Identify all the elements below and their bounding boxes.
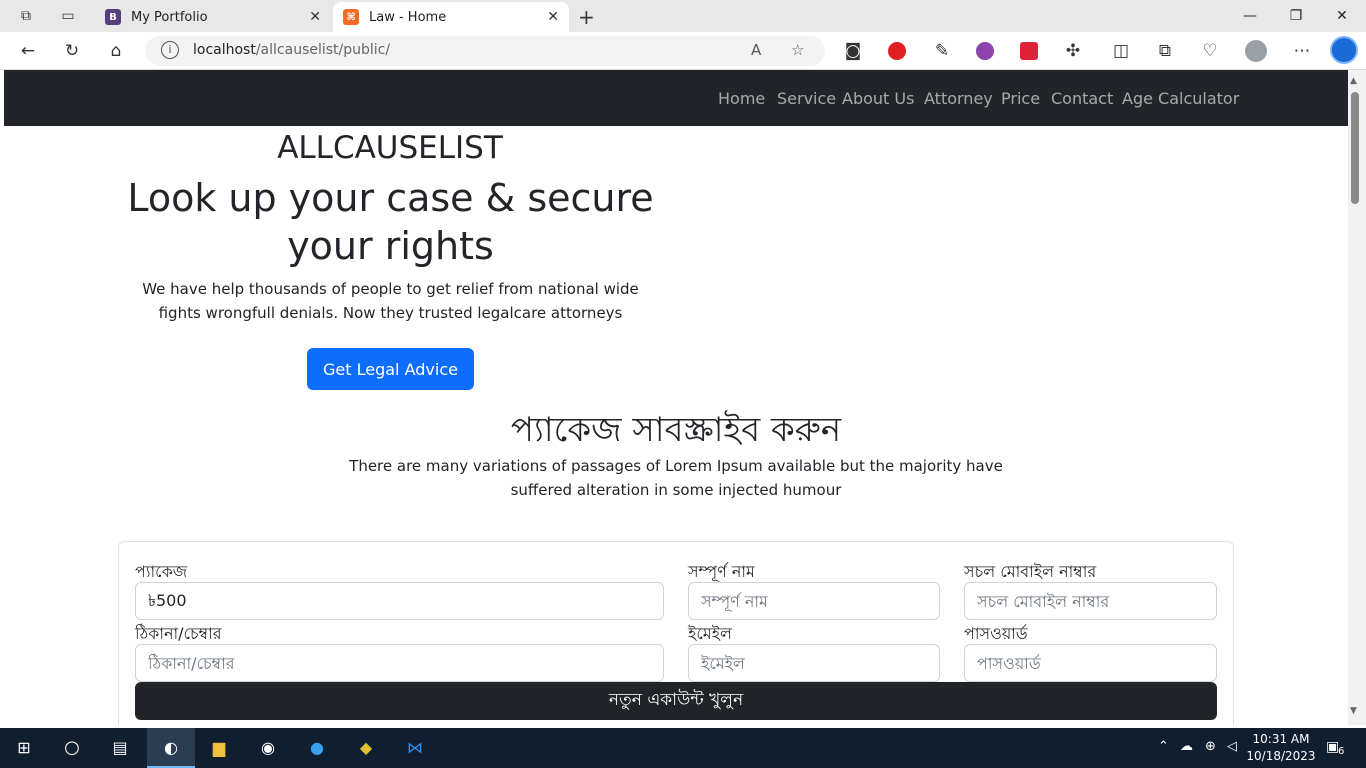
bootstrap-favicon-icon: B [105, 9, 121, 25]
nav-attorney[interactable]: Attorney [924, 89, 993, 108]
nav-price[interactable]: Price [1001, 89, 1040, 108]
scrollbar-thumb[interactable] [1351, 92, 1359, 204]
camera-app-icon[interactable]: ◉ [256, 736, 280, 760]
back-icon[interactable]: ← [16, 40, 40, 62]
nav-age-calculator[interactable]: Age Calculator [1122, 89, 1239, 108]
minimize-icon[interactable]: — [1227, 4, 1273, 28]
nav-contact[interactable]: Contact [1051, 89, 1113, 108]
close-icon[interactable]: ✕ [309, 9, 321, 25]
volume-icon[interactable]: ◁ [1227, 739, 1237, 754]
password-field[interactable] [964, 644, 1217, 682]
tab-label: My Portfolio [131, 9, 208, 25]
pocket-icon[interactable] [1020, 42, 1038, 60]
tab-law-home[interactable]: ⌘ Law - Home ✕ [333, 2, 569, 32]
color-picker-icon[interactable]: ✎ [930, 40, 954, 62]
onedrive-icon[interactable]: ☁ [1180, 739, 1193, 754]
address-field[interactable] [135, 644, 664, 682]
more-menu-icon[interactable]: ⋯ [1290, 40, 1314, 62]
browser-toolbar: ← ↻ ⌂ i localhost/allcauselist/public/ A… [0, 32, 1366, 70]
site-navbar: Home Service About Us Attorney Price Con… [4, 70, 1348, 126]
language-globe-icon[interactable]: ⊕ [1205, 739, 1216, 754]
refresh-icon[interactable]: ↻ [60, 40, 84, 62]
full-name-field[interactable] [688, 582, 940, 620]
close-icon[interactable]: ✕ [547, 9, 559, 25]
hero-text: We have help thousands of people to get … [142, 280, 639, 322]
info-icon[interactable]: i [161, 41, 179, 59]
new-tab-icon[interactable]: + [578, 5, 595, 29]
workspaces-icon[interactable]: ⧉ [16, 6, 36, 26]
nav-about-us[interactable]: About Us [842, 89, 914, 108]
home-icon[interactable]: ⌂ [104, 40, 128, 62]
read-aloud-icon[interactable]: A [751, 41, 761, 59]
open-account-button[interactable]: নতুন একাউন্ট খুলুন [135, 682, 1217, 720]
package-section-text: There are many variations of passages of… [349, 457, 1003, 499]
app-blue-icon[interactable]: ● [305, 736, 329, 760]
email-field[interactable] [688, 644, 940, 682]
xampp-favicon-icon: ⌘ [343, 9, 359, 25]
bing-copilot-icon[interactable] [1330, 36, 1358, 64]
restore-icon[interactable]: ❐ [1273, 4, 1319, 28]
nav-service[interactable]: Service [777, 89, 836, 108]
tray-chevron-icon[interactable]: ⌃ [1158, 739, 1169, 754]
vscode-icon[interactable]: ⋈ [403, 736, 427, 760]
tab-my-portfolio[interactable]: B My Portfolio ✕ [95, 2, 331, 32]
browser-tab-strip: ⧉ ▭ B My Portfolio ✕ ⌘ Law - Home ✕ + — … [0, 0, 1366, 32]
url-text[interactable]: localhost/allcauselist/public/ [193, 42, 390, 58]
taskbar-clock[interactable]: 10:31 AM 10/18/2023 [1246, 731, 1316, 765]
opera-extension-icon[interactable] [888, 42, 906, 60]
camera-icon[interactable]: ◙ [841, 40, 865, 62]
git-kraken-icon[interactable]: ◆ [354, 736, 378, 760]
scroll-up-icon[interactable]: ▲ [1350, 76, 1357, 86]
scroll-down-icon[interactable]: ▼ [1350, 706, 1357, 716]
windows-taskbar: ⊞ ○ ▤ ◐ ▆ ◉ ● ◆ ⋈ ⌃ ☁ ⊕ ◁ 10:31 AM 10/18… [0, 728, 1366, 768]
windows-start-icon[interactable]: ⊞ [12, 736, 36, 760]
tab-actions-icon[interactable]: ▭ [58, 6, 78, 26]
package-field[interactable] [135, 582, 664, 620]
package-section-title: প্যাকেজ সাবস্ক্রাইব করুন [510, 410, 842, 450]
address-bar[interactable]: i localhost/allcauselist/public/ A ☆ [145, 36, 825, 66]
favorite-star-icon[interactable]: ☆ [791, 41, 804, 59]
performance-heart-icon[interactable]: ♡ [1198, 40, 1222, 62]
profile-avatar-icon[interactable] [1245, 40, 1267, 62]
tab-label: Law - Home [369, 9, 447, 25]
page-scrollbar[interactable]: ▲ ▼ [1348, 70, 1366, 725]
site-brand: ALLCAUSELIST [277, 130, 503, 166]
mobile-field[interactable] [964, 582, 1217, 620]
extension-circle-icon[interactable] [976, 42, 994, 60]
task-view-icon[interactable]: ▤ [108, 736, 132, 760]
window-close-icon[interactable]: ✕ [1319, 4, 1365, 28]
file-explorer-icon[interactable]: ▆ [207, 736, 231, 760]
get-legal-advice-button[interactable]: Get Legal Advice [307, 348, 474, 390]
notification-count: 6 [1338, 746, 1345, 757]
search-icon[interactable]: ○ [60, 736, 84, 760]
web-page: Home Service About Us Attorney Price Con… [4, 70, 1348, 725]
hero-title: Look up your case & secure your rights [127, 176, 654, 268]
edge-taskbar-icon[interactable]: ◐ [147, 728, 195, 768]
nav-home[interactable]: Home [718, 89, 765, 108]
split-screen-icon[interactable]: ◫ [1109, 40, 1133, 62]
extensions-puzzle-icon[interactable]: ✣ [1061, 40, 1085, 62]
collections-icon[interactable]: ⧉ [1153, 40, 1177, 62]
